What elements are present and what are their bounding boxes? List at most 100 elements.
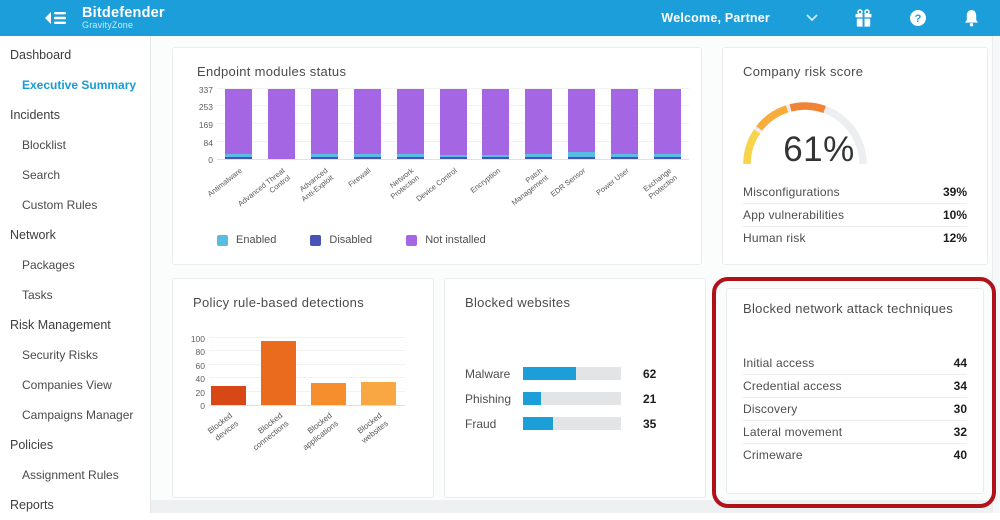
endpoint-modules-card: Endpoint modules status 337253169840 Ant… (172, 47, 702, 265)
risk-row-misconfigurations: Misconfigurations39% (743, 180, 967, 203)
endpoint-bar-device-control[interactable] (440, 89, 467, 159)
policy-xlabel: Blocked devices (206, 411, 241, 444)
hbar-track (523, 417, 621, 430)
policy-bar-blocked-devices[interactable] (211, 386, 246, 405)
chevron-down-icon (806, 14, 818, 22)
company-risk-title: Company risk score (743, 64, 863, 79)
endpoint-ytick: 0 (185, 155, 213, 165)
attack-row-discovery: Discovery30 (743, 397, 967, 420)
endpoint-bar-advanced-anti-exploit[interactable] (311, 89, 338, 159)
sidebar-item-companies-view[interactable]: Companies View (0, 370, 150, 400)
blocked-websites-row-fraud: Fraud35 (465, 417, 689, 430)
endpoint-bar-edr-sensor[interactable] (568, 89, 595, 159)
policy-ytick: 40 (177, 374, 205, 384)
account-menu-label[interactable]: Welcome, Partner (661, 11, 770, 25)
product-name: GravityZone (82, 21, 165, 30)
main-content: Endpoint modules status 337253169840 Ant… (151, 36, 1000, 513)
policy-chart-plot (209, 339, 405, 406)
endpoint-xlabel: Device Control (414, 166, 459, 204)
risk-row-human-risk: Human risk12% (743, 226, 967, 249)
sidebar-item-custom-rules[interactable]: Custom Rules (0, 190, 150, 220)
legend-swatch (406, 235, 417, 246)
endpoint-bar-antimalware[interactable] (225, 89, 252, 159)
sidebar-item-assignment-rules[interactable]: Assignment Rules (0, 460, 150, 490)
sidebar-item-blocklist[interactable]: Blocklist (0, 130, 150, 160)
attack-row-credential-access: Credential access34 (743, 374, 967, 397)
legend-item-not-installed[interactable]: Not installed (406, 234, 486, 246)
sidebar-item-campaigns-manager[interactable]: Campaigns Manager (0, 400, 150, 430)
blocked-websites-row-malware: Malware 62 (465, 367, 689, 380)
stat-value: 39% (943, 185, 967, 199)
blocked-websites-row-phishing: Phishing21 (465, 392, 689, 405)
stat-value: 12% (943, 231, 967, 245)
stat-label: Crimeware (743, 448, 803, 462)
page-bottom-strip (151, 500, 992, 513)
endpoint-bar-exchange-protection[interactable] (654, 89, 681, 159)
sidebar-item-tasks[interactable]: Tasks (0, 280, 150, 310)
stat-label: Lateral movement (743, 425, 842, 439)
sidebar-item-packages[interactable]: Packages (0, 250, 150, 280)
policy-detections-title: Policy rule-based detections (193, 295, 364, 310)
gauge-segment-1 (747, 131, 757, 164)
risk-row-app-vulnerabilities: App vulnerabilities10% (743, 203, 967, 226)
hbar-fill[interactable] (523, 367, 576, 380)
sidebar-item-policies[interactable]: Policies (0, 430, 150, 460)
stat-value: 32 (954, 425, 967, 439)
attack-techniques-list: Initial access44Credential access34Disco… (743, 351, 967, 466)
risk-score-value: 61% (761, 130, 877, 170)
blocked-websites-list: Malware 62 Phishing21 Fraud35 (465, 367, 689, 442)
endpoint-ytick: 253 (185, 102, 213, 112)
help-button[interactable]: ? (909, 9, 927, 27)
stat-value: 30 (954, 402, 967, 416)
endpoint-bar-encryption[interactable] (482, 89, 509, 159)
stat-value: 34 (954, 379, 967, 393)
blocked-websites-title: Blocked websites (465, 295, 570, 310)
policy-ytick: 0 (177, 401, 205, 411)
endpoint-xlabel: Encryption (468, 166, 502, 195)
policy-bar-blocked-websites[interactable] (361, 382, 396, 405)
sidebar-item-network[interactable]: Network (0, 220, 150, 250)
endpoint-bar-advanced-threat-control[interactable] (268, 89, 295, 159)
stat-label: App vulnerabilities (743, 208, 844, 222)
sidebar-item-dashboard[interactable]: Dashboard (0, 40, 150, 70)
notifications-bell-icon (963, 9, 980, 27)
legend-item-disabled[interactable]: Disabled (310, 234, 372, 246)
endpoint-ytick: 84 (185, 138, 213, 148)
endpoint-bar-network-protection[interactable] (397, 89, 424, 159)
hbar-value: 62 (643, 367, 656, 381)
policy-bar-blocked-applications[interactable] (311, 383, 346, 405)
sidebar-item-incidents[interactable]: Incidents (0, 100, 150, 130)
blocked-websites-card: Blocked websites Malware 62 Phishing21 Frau… (444, 278, 706, 498)
endpoint-bar-firewall[interactable] (354, 89, 381, 159)
hbar-label: Malware (465, 367, 523, 381)
collapse-sidebar-button[interactable] (44, 11, 66, 25)
promotions-button[interactable] (854, 9, 873, 28)
stat-value: 44 (954, 356, 967, 370)
gauge-segment-2 (759, 109, 787, 129)
policy-ytick: 60 (177, 361, 205, 371)
hbar-fill[interactable] (523, 417, 553, 430)
endpoint-bar-patch-management[interactable] (525, 89, 552, 159)
policy-bar-blocked-connections[interactable] (261, 341, 296, 405)
scrollbar-track[interactable] (992, 36, 1000, 513)
account-menu-chevron[interactable] (806, 14, 818, 22)
notifications-button[interactable] (963, 9, 980, 27)
hbar-fill[interactable] (523, 392, 541, 405)
brand-name: Bitdefender (82, 6, 165, 21)
policy-xlabel: Blocked websites (354, 411, 391, 446)
hbar-label: Fraud (465, 417, 523, 431)
attack-techniques-title: Blocked network attack techniques (743, 301, 953, 316)
legend-item-enabled[interactable]: Enabled (217, 234, 276, 246)
stat-value: 40 (954, 448, 967, 462)
gift-icon (854, 9, 873, 28)
policy-ytick: 20 (177, 388, 205, 398)
sidebar-item-executive-summary[interactable]: Executive Summary (0, 70, 150, 100)
sidebar-item-search[interactable]: Search (0, 160, 150, 190)
sidebar-item-risk-management[interactable]: Risk Management (0, 310, 150, 340)
sidebar-nav: DashboardExecutive SummaryIncidentsBlock… (0, 36, 151, 513)
endpoint-bar-power-user[interactable] (611, 89, 638, 159)
endpoint-ytick: 337 (185, 85, 213, 95)
sidebar-item-security-risks[interactable]: Security Risks (0, 340, 150, 370)
sidebar-item-reports[interactable]: Reports (0, 490, 150, 520)
endpoint-ytick: 169 (185, 120, 213, 130)
